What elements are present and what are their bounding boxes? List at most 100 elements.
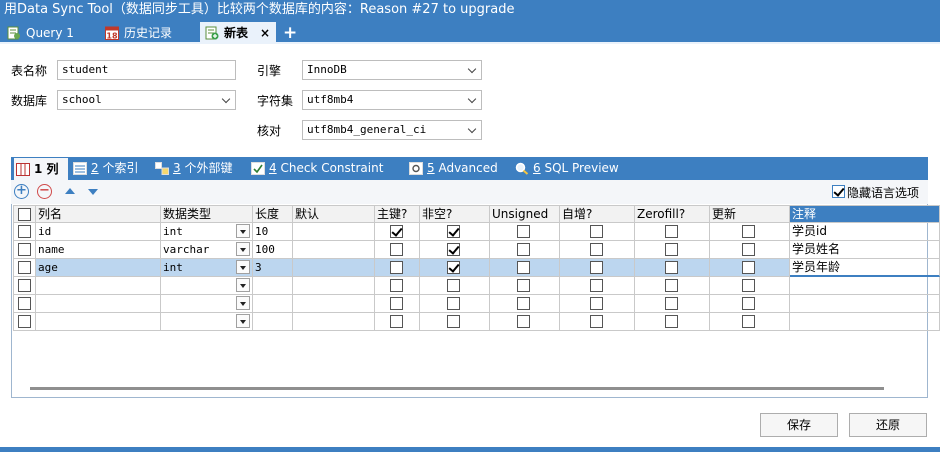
update-checkbox[interactable] [742, 243, 755, 256]
cell-length[interactable] [253, 313, 293, 331]
add-column-icon[interactable]: + [14, 184, 29, 199]
notnull-checkbox[interactable] [447, 225, 460, 238]
tab-indexes[interactable]: 2 个索引 [71, 157, 145, 180]
unsigned-checkbox[interactable] [517, 243, 530, 256]
table-name-input[interactable]: student [57, 60, 236, 80]
column-header[interactable]: 列名 [36, 205, 161, 223]
autoinc-checkbox[interactable] [590, 297, 603, 310]
cell-type[interactable]: int [161, 223, 253, 241]
zerofill-checkbox[interactable] [665, 261, 678, 274]
cell-notnull[interactable] [420, 313, 490, 331]
collation-select[interactable]: utf8mb4_general_ci [302, 120, 482, 140]
cell-zerofill[interactable] [635, 295, 710, 313]
cell-name[interactable]: name [36, 241, 161, 259]
cell-name[interactable]: age [36, 259, 161, 277]
notnull-checkbox[interactable] [447, 261, 460, 274]
cell-length[interactable] [253, 277, 293, 295]
cell-type[interactable] [161, 295, 253, 313]
column-header[interactable]: 默认 [293, 205, 375, 223]
notnull-checkbox[interactable] [447, 297, 460, 310]
cell-pk[interactable] [375, 241, 420, 259]
row-checkbox[interactable] [18, 297, 31, 310]
column-header[interactable]: 注释 [790, 205, 940, 223]
cell-type[interactable] [161, 277, 253, 295]
type-dropdown-icon[interactable] [236, 242, 250, 256]
tab-advanced[interactable]: 5 Advanced [407, 157, 499, 180]
update-checkbox[interactable] [742, 225, 755, 238]
cell-default[interactable] [293, 259, 375, 277]
cell-zerofill[interactable] [635, 223, 710, 241]
engine-select[interactable]: InnoDB [302, 60, 482, 80]
cell-comment[interactable]: 学员姓名 [790, 241, 940, 259]
cell-zerofill[interactable] [635, 241, 710, 259]
cell-unsigned[interactable] [490, 313, 560, 331]
column-header[interactable]: 非空? [420, 205, 490, 223]
horizontal-scrollbar[interactable] [30, 387, 884, 390]
tab-check-constraint[interactable]: 4 Check Constraint [249, 157, 385, 180]
cell-autoinc[interactable] [560, 259, 635, 277]
cell-unsigned[interactable] [490, 259, 560, 277]
type-dropdown-icon[interactable] [236, 314, 250, 328]
zerofill-checkbox[interactable] [665, 297, 678, 310]
cell-default[interactable] [293, 313, 375, 331]
save-button[interactable]: 保存 [760, 413, 838, 437]
tab-query-1[interactable]: Query 1 [2, 22, 94, 44]
notnull-checkbox[interactable] [447, 279, 460, 292]
cell-update[interactable] [710, 313, 790, 331]
type-dropdown-icon[interactable] [236, 224, 250, 238]
cell-length[interactable]: 100 [253, 241, 293, 259]
column-header[interactable]: 数据类型 [161, 205, 253, 223]
cell-update[interactable] [710, 223, 790, 241]
cell-notnull[interactable] [420, 223, 490, 241]
cell-notnull[interactable] [420, 295, 490, 313]
pk-checkbox[interactable] [390, 261, 403, 274]
database-select[interactable]: school [57, 90, 236, 110]
cell-notnull[interactable] [420, 277, 490, 295]
cell-comment[interactable] [790, 277, 940, 295]
tab-sql-preview[interactable]: 6 SQL Preview [513, 157, 623, 180]
cell-unsigned[interactable] [490, 223, 560, 241]
pk-checkbox[interactable] [390, 315, 403, 328]
cell-notnull[interactable] [420, 259, 490, 277]
cell-zerofill[interactable] [635, 259, 710, 277]
column-header[interactable]: 自增? [560, 205, 635, 223]
update-checkbox[interactable] [742, 315, 755, 328]
row-checkbox[interactable] [18, 279, 31, 292]
pk-checkbox[interactable] [390, 225, 403, 238]
cell-autoinc[interactable] [560, 223, 635, 241]
autoinc-checkbox[interactable] [590, 261, 603, 274]
column-header[interactable]: Zerofill? [635, 205, 710, 223]
cell-update[interactable] [710, 241, 790, 259]
tab-new-table[interactable]: 新表 × [200, 22, 276, 44]
column-header[interactable]: 更新 [710, 205, 790, 223]
cell-name[interactable] [36, 295, 161, 313]
cell-notnull[interactable] [420, 241, 490, 259]
cell-autoinc[interactable] [560, 241, 635, 259]
type-dropdown-icon[interactable] [236, 296, 250, 310]
tab-foreign-keys[interactable]: 3 个外部键 [153, 157, 241, 180]
row-checkbox[interactable] [18, 243, 31, 256]
add-tab-button[interactable]: + [283, 20, 297, 46]
cell-pk[interactable] [375, 277, 420, 295]
update-checkbox[interactable] [742, 279, 755, 292]
cell-update[interactable] [710, 259, 790, 277]
cell-update[interactable] [710, 295, 790, 313]
cell-zerofill[interactable] [635, 277, 710, 295]
close-tab-icon[interactable]: × [260, 22, 270, 44]
zerofill-checkbox[interactable] [665, 279, 678, 292]
move-down-icon[interactable] [88, 189, 98, 195]
notnull-checkbox[interactable] [447, 243, 460, 256]
select-all-checkbox[interactable] [18, 208, 31, 221]
update-checkbox[interactable] [742, 261, 755, 274]
column-header[interactable]: Unsigned [490, 205, 560, 223]
unsigned-checkbox[interactable] [517, 279, 530, 292]
row-checkbox[interactable] [18, 261, 31, 274]
zerofill-checkbox[interactable] [665, 315, 678, 328]
type-dropdown-icon[interactable] [236, 260, 250, 274]
unsigned-checkbox[interactable] [517, 297, 530, 310]
unsigned-checkbox[interactable] [517, 261, 530, 274]
autoinc-checkbox[interactable] [590, 243, 603, 256]
cell-length[interactable] [253, 295, 293, 313]
tab-columns[interactable]: 1 列 [14, 158, 68, 181]
move-up-icon[interactable] [65, 188, 75, 194]
